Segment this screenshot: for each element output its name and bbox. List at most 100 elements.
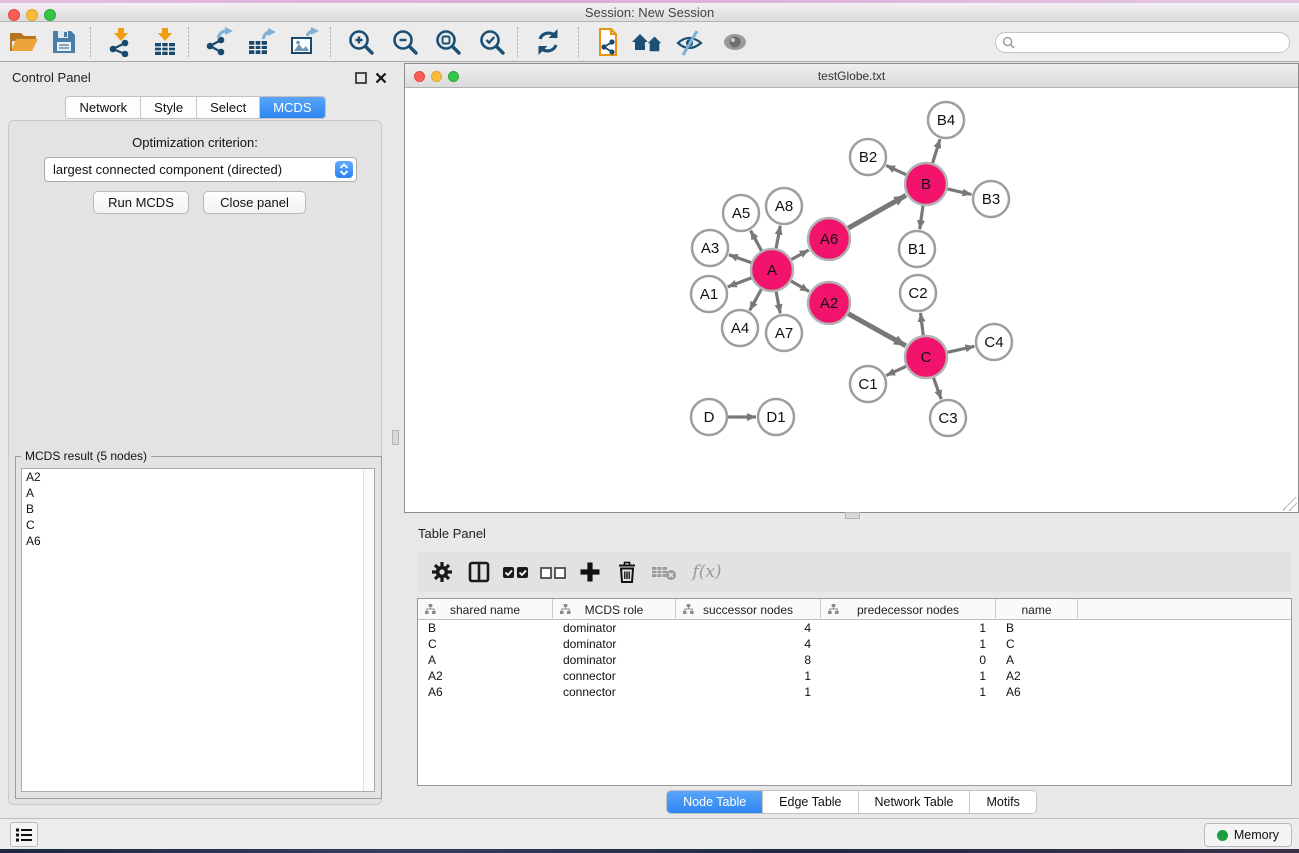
node-D[interactable]: D [691, 399, 727, 435]
vertical-splitter-grip[interactable] [392, 430, 399, 445]
horizontal-splitter-grip[interactable] [845, 512, 860, 519]
save-session-icon[interactable] [47, 27, 81, 57]
column-header-shared-name[interactable]: shared name [418, 599, 553, 620]
export-network-icon[interactable] [202, 27, 236, 57]
tab-select[interactable]: Select [197, 97, 260, 118]
edge-B-B1[interactable] [920, 206, 923, 229]
column-header-successor-nodes[interactable]: successor nodes [676, 599, 821, 620]
tab-network[interactable]: Network [66, 97, 141, 118]
node-A6[interactable]: A6 [808, 218, 850, 260]
edge-B-B2[interactable] [886, 165, 906, 174]
node-A1[interactable]: A1 [691, 276, 727, 312]
node-A3[interactable]: A3 [692, 230, 728, 266]
table-cell: dominator [563, 636, 616, 652]
edge-A-A4[interactable] [750, 289, 762, 310]
deselect-all-checkboxes-icon[interactable] [534, 557, 571, 587]
show-hidden-icon[interactable] [718, 27, 752, 57]
node-C2[interactable]: C2 [900, 275, 936, 311]
node-A[interactable]: A [751, 249, 793, 291]
close-panel-button[interactable]: Close panel [203, 191, 306, 214]
column-header-predecessor-nodes[interactable]: predecessor nodes [821, 599, 996, 620]
edge-C-C3[interactable] [933, 378, 941, 399]
close-panel-icon[interactable] [375, 71, 388, 84]
edge-A-A6[interactable] [791, 250, 808, 260]
tab-style[interactable]: Style [141, 97, 197, 118]
import-table-icon[interactable] [148, 27, 182, 57]
edge-A-A5[interactable] [751, 231, 762, 251]
tab-edge-table[interactable]: Edge Table [763, 791, 858, 813]
run-mcds-button[interactable]: Run MCDS [93, 191, 189, 214]
node-A5[interactable]: A5 [723, 195, 759, 231]
table-cell: connector [563, 684, 616, 700]
node-B4[interactable]: B4 [928, 102, 964, 138]
node-B[interactable]: B [905, 163, 947, 205]
table-row[interactable]: Adominator80A [418, 652, 1291, 668]
import-network-icon[interactable] [104, 27, 138, 57]
table-cell: dominator [563, 620, 616, 636]
mcds-result-item: A2 [22, 469, 374, 485]
edge-A-A2[interactable] [791, 281, 809, 291]
delete-columns-icon[interactable] [608, 557, 645, 587]
task-history-button[interactable] [10, 822, 38, 847]
hide-selected-icon[interactable] [673, 27, 707, 57]
column-header-MCDS-role[interactable]: MCDS role [553, 599, 676, 620]
network-canvas[interactable]: B4 B2 B B3 B1 A5A8A6 A3 A A1A4A7A2 C2 C4 C C1 C3 D D1 [405, 88, 1298, 512]
edge-B-B4[interactable] [933, 139, 940, 163]
node-A4[interactable]: A4 [722, 310, 758, 346]
table-row[interactable]: A2connector11A2 [418, 668, 1291, 684]
node-A2[interactable]: A2 [808, 282, 850, 324]
column-header-label: MCDS role [585, 603, 644, 617]
node-B1[interactable]: B1 [899, 231, 935, 267]
table-row[interactable]: Cdominator41C [418, 636, 1291, 652]
open-session-icon[interactable] [7, 27, 41, 57]
add-column-icon[interactable] [571, 557, 608, 587]
node-C3[interactable]: C3 [930, 400, 966, 436]
edge-A-A1[interactable] [728, 278, 752, 287]
node-C4[interactable]: C4 [976, 324, 1012, 360]
result-list-scrollbar[interactable] [363, 469, 374, 791]
mcds-result-item: C [22, 517, 374, 533]
zoom-fit-content-icon[interactable] [431, 27, 465, 57]
edge-A-A3[interactable] [729, 255, 751, 263]
criterion-dropdown[interactable]: largest connected component (directed) [44, 157, 357, 182]
edge-A2-C[interactable] [848, 314, 906, 346]
tab-node-table[interactable]: Node Table [667, 791, 763, 813]
node-A7[interactable]: A7 [766, 315, 802, 351]
node-B2[interactable]: B2 [850, 139, 886, 175]
split-view-icon[interactable] [460, 557, 497, 587]
node-B3[interactable]: B3 [973, 181, 1009, 217]
tab-mcds[interactable]: MCDS [260, 97, 324, 118]
zoom-in-icon[interactable] [344, 27, 378, 57]
gear-icon[interactable] [423, 557, 460, 587]
node-D1[interactable]: D1 [758, 399, 794, 435]
tab-motifs[interactable]: Motifs [970, 791, 1035, 813]
edge-C-C1[interactable] [886, 366, 906, 375]
node-A8[interactable]: A8 [766, 188, 802, 224]
window-resize-grip[interactable] [1283, 497, 1297, 511]
edge-C-C2[interactable] [920, 313, 923, 335]
export-image-icon[interactable] [287, 27, 321, 57]
show-first-neighbors-icon[interactable] [630, 27, 664, 57]
node-C1[interactable]: C1 [850, 366, 886, 402]
edge-C-C4[interactable] [947, 346, 974, 352]
export-table-icon[interactable] [244, 27, 278, 57]
table-row[interactable]: Bdominator41B [418, 620, 1291, 636]
search-input[interactable] [1016, 36, 1289, 50]
refresh-layout-icon[interactable] [531, 27, 565, 57]
zoom-out-icon[interactable] [388, 27, 422, 57]
node-C[interactable]: C [905, 336, 947, 378]
edge-A-A7[interactable] [776, 292, 780, 314]
memory-button[interactable]: Memory [1204, 823, 1292, 847]
search-field[interactable] [995, 32, 1290, 53]
edge-B-B3[interactable] [947, 189, 971, 195]
float-panel-icon[interactable] [355, 71, 368, 84]
zoom-selected-icon[interactable] [475, 27, 509, 57]
select-all-checkboxes-icon[interactable] [497, 557, 534, 587]
column-header-name[interactable]: name [996, 599, 1078, 620]
edge-A-A8[interactable] [776, 226, 780, 249]
table-row[interactable]: A6connector11A6 [418, 684, 1291, 700]
network-from-file-icon[interactable] [590, 27, 624, 57]
edge-A6-B[interactable] [848, 195, 906, 228]
network-window-titlebar: testGlobe.txt [405, 64, 1298, 88]
tab-network-table[interactable]: Network Table [859, 791, 971, 813]
